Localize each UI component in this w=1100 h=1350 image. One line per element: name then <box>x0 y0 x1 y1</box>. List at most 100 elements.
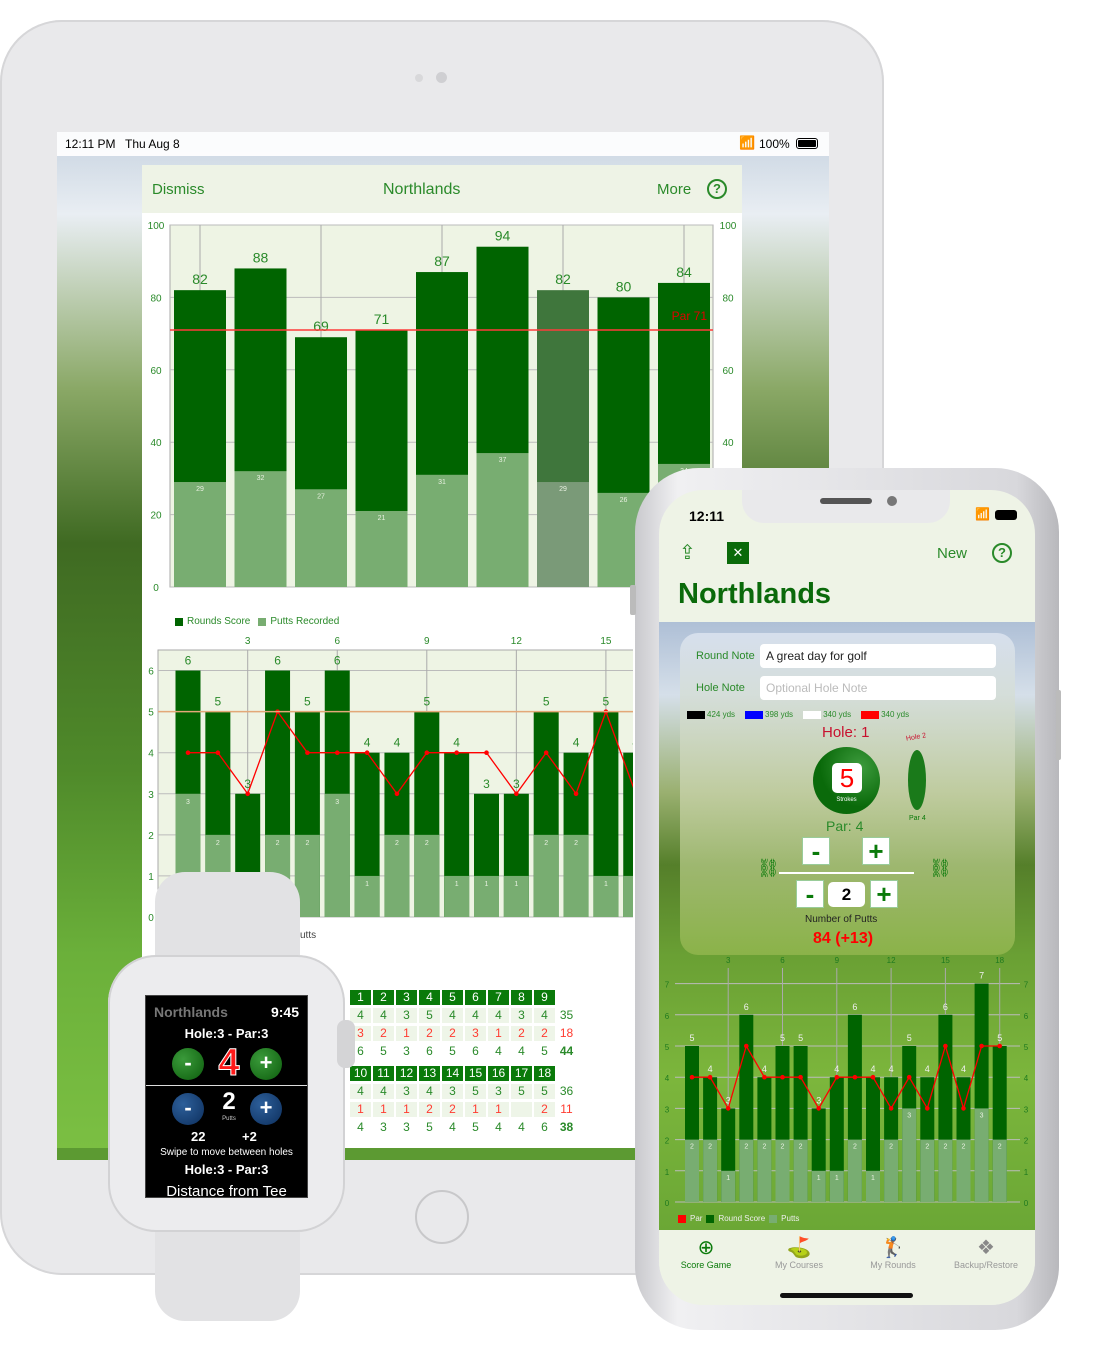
par-point <box>961 1106 966 1111</box>
par-point <box>707 1074 713 1080</box>
tab-score-game[interactable]: ⊕ Score Game <box>661 1236 751 1270</box>
y-tick-label-right: 4 <box>1024 1074 1029 1083</box>
putts-value-label: 2 <box>708 1144 712 1151</box>
flag-green-icon: ⛳ <box>786 1237 812 1259</box>
y-tick-label: 3 <box>665 1105 670 1114</box>
score-value-label: 5 <box>689 1033 694 1043</box>
score-value-label: 5 <box>907 1033 912 1043</box>
golf-ball-plus-icon: ⊕ <box>697 1237 715 1259</box>
y-tick-label: 2 <box>665 1137 670 1146</box>
putts-value-label: 2 <box>690 1144 694 1151</box>
chart-group: 0 01 12 23 34 45 56 67 73 6 9 12 15 18524231624252523… <box>665 956 1029 1208</box>
par-point <box>852 1074 858 1080</box>
putts-value-label: 2 <box>889 1144 893 1151</box>
score-value-label: 5 <box>798 1033 803 1043</box>
score-value-label: 4 <box>834 1064 839 1074</box>
putts-value-label: 2 <box>853 1144 857 1151</box>
score-value-label: 4 <box>889 1064 894 1074</box>
putts-value-label: 1 <box>871 1175 875 1182</box>
y-tick-label-right: 5 <box>1024 1043 1029 1052</box>
putts-value-label: 1 <box>835 1175 839 1182</box>
y-tick-label: 0 <box>665 1199 670 1208</box>
par-point <box>925 1106 930 1111</box>
par-point <box>762 1074 767 1080</box>
hole-chart-iphone: 0 01 12 23 34 45 56 67 73 6 9 12 15 18524231624252523… <box>665 956 1029 1208</box>
iphone-chart-legend: Par Round Score Putts <box>678 1214 799 1223</box>
par-point <box>798 1074 803 1080</box>
home-indicator <box>780 1293 913 1298</box>
score-value-label: 4 <box>708 1064 713 1074</box>
score-value-label: 4 <box>925 1064 930 1074</box>
putts-value-label: 2 <box>943 1144 947 1151</box>
tab-backup-restore[interactable]: ❖ Backup/Restore <box>941 1236 1031 1270</box>
putts-value-label: 3 <box>980 1112 984 1119</box>
x-tick-label: 12 <box>887 956 896 965</box>
putts-value-label: 2 <box>799 1144 803 1151</box>
legend-swatch <box>678 1214 686 1223</box>
score-value-label: 6 <box>852 1002 857 1012</box>
x-tick-label: 3 <box>726 956 731 965</box>
par-point <box>816 1106 821 1111</box>
y-tick-label: 6 <box>665 1012 670 1021</box>
par-point <box>906 1074 912 1080</box>
par-point <box>744 1043 749 1049</box>
putts-bar <box>974 1108 989 1202</box>
par-point <box>979 1043 984 1049</box>
tab-label: Backup/Restore <box>953 1260 1019 1270</box>
score-value-label: 4 <box>961 1064 966 1074</box>
putts-value-label: 2 <box>925 1144 929 1151</box>
putts-value-label: 2 <box>744 1144 748 1151</box>
tab-my-rounds[interactable]: 🏌 My Rounds <box>848 1236 938 1270</box>
legend-swatch <box>769 1214 778 1223</box>
par-point <box>943 1043 948 1049</box>
x-tick-label: 6 <box>780 956 785 965</box>
y-tick-label-right: 3 <box>1024 1105 1029 1114</box>
x-tick-label: 15 <box>941 956 950 965</box>
y-tick-label-right: 0 <box>1024 1199 1029 1208</box>
putts-value-label: 2 <box>998 1144 1002 1151</box>
legend-label: Putts <box>781 1214 800 1223</box>
y-tick-label: 4 <box>665 1074 670 1083</box>
y-tick-label-right: 1 <box>1024 1168 1029 1177</box>
y-tick-label: 7 <box>665 981 670 990</box>
x-tick-label: 9 <box>835 956 840 965</box>
y-tick-label: 1 <box>665 1168 670 1177</box>
score-value-label: 4 <box>762 1064 767 1074</box>
par-point <box>834 1074 840 1080</box>
putts-value-label: 2 <box>762 1144 766 1151</box>
putts-value-label: 1 <box>726 1175 730 1182</box>
y-tick-label-right: 7 <box>1024 981 1029 990</box>
tab-label: Score Game <box>680 1260 732 1270</box>
putts-value-label: 2 <box>781 1144 785 1151</box>
putts-bar <box>902 1108 917 1202</box>
par-point <box>870 1074 876 1080</box>
score-value-label: 4 <box>870 1064 875 1074</box>
score-value-label: 6 <box>744 1002 749 1012</box>
score-value-label: 6 <box>943 1002 948 1012</box>
legend-swatch <box>706 1214 715 1223</box>
putts-value-label: 1 <box>817 1175 821 1182</box>
par-point <box>997 1043 1002 1049</box>
iphone-device: 12:11 📶 ⇪ ✕ New ? Northlands Round Note … <box>0 0 1100 1350</box>
tab-my-courses[interactable]: ⛳ My Courses <box>754 1236 844 1270</box>
par-point <box>725 1106 731 1111</box>
par-point <box>780 1074 785 1080</box>
score-value-label: 3 <box>816 1095 821 1105</box>
par-point <box>888 1106 894 1111</box>
legend-label: Par <box>690 1214 703 1223</box>
putts-value-label: 3 <box>907 1112 911 1119</box>
y-tick-label-right: 2 <box>1024 1137 1029 1146</box>
x-tick-label: 18 <box>995 956 1004 965</box>
y-tick-label-right: 6 <box>1024 1012 1029 1021</box>
golfer-icon: 🏌 <box>880 1237 906 1259</box>
score-value-label: 5 <box>997 1033 1002 1043</box>
putts-value-label: 2 <box>962 1144 966 1151</box>
tab-label: My Courses <box>774 1260 823 1270</box>
y-tick-label: 5 <box>665 1043 670 1052</box>
legend-label: Round Score <box>718 1214 766 1223</box>
score-value-label: 5 <box>780 1033 785 1043</box>
score-value-label: 7 <box>979 971 984 981</box>
tab-label: My Rounds <box>870 1260 916 1270</box>
dropbox-icon: ❖ <box>977 1237 995 1259</box>
par-point <box>689 1074 695 1080</box>
